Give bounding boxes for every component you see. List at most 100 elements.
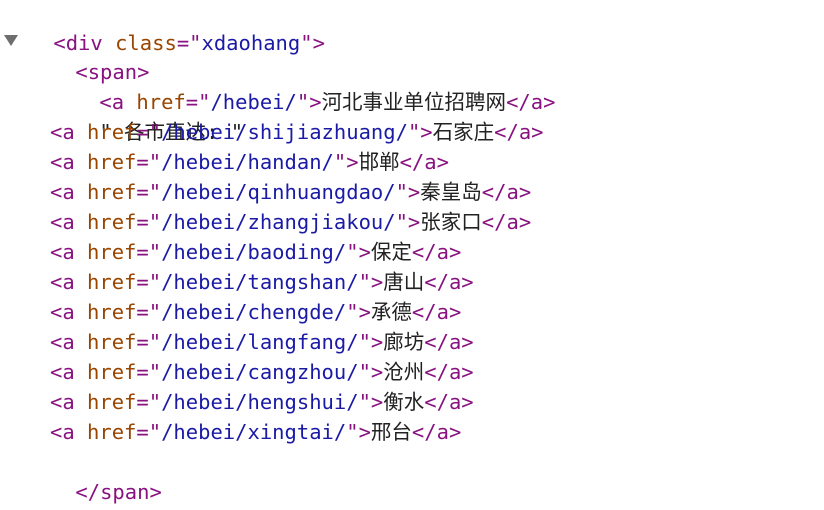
tag-close-bracket: "> — [395, 210, 421, 234]
a-tag-name: a — [62, 270, 75, 294]
link-text: 保定 — [370, 240, 412, 264]
closing-tag-open: </ — [424, 330, 449, 354]
attr-equals-quote: =" — [136, 240, 162, 264]
link-text: 衡水 — [383, 390, 425, 414]
closing-tag-open: </ — [424, 270, 449, 294]
attr-equals-quote: =" — [176, 31, 202, 55]
link-line[interactable]: <a href="/hebei/handan/">邯郸</a> — [50, 147, 449, 177]
link-text: 廊坊 — [383, 330, 425, 354]
tag-close-bracket: > — [149, 480, 162, 504]
tag-close-bracket: > — [461, 390, 474, 414]
href-attr-name: href — [87, 210, 137, 234]
attr-equals-quote: =" — [136, 300, 162, 324]
a-tag-name: a — [436, 300, 449, 324]
text-node-line[interactable]: " 各市直达: " — [50, 87, 243, 144]
href-attr-value[interactable]: /hebei/chengde/ — [161, 300, 346, 324]
tag-close-bracket: > — [531, 120, 544, 144]
href-attr-name: href — [87, 390, 137, 414]
closing-tag-open: </ — [494, 120, 519, 144]
href-attr-name: href — [87, 330, 137, 354]
tag-close-bracket: "> — [346, 240, 371, 264]
div-class-attr-value[interactable]: xdaohang — [202, 31, 301, 55]
link-line[interactable]: <a href="/hebei/cangzhou/">沧州</a> — [50, 357, 474, 387]
a-tag-name: a — [62, 390, 75, 414]
link-line[interactable]: <a href="/hebei/qinhuangdao/">秦皇岛</a> — [50, 177, 531, 207]
tag-open-bracket: < — [50, 150, 63, 174]
tag-open-bracket: < — [50, 330, 63, 354]
href-attr-value[interactable]: /hebei/handan/ — [161, 150, 334, 174]
a-tag-name: a — [448, 330, 462, 354]
tag-close-bracket: > — [461, 270, 474, 294]
closing-tag-open: </ — [411, 300, 437, 324]
link-line[interactable]: <a href="/hebei/langfang/">廊坊</a> — [50, 327, 474, 357]
tag-close-bracket: > — [461, 360, 474, 384]
tag-open-bracket: < — [50, 390, 63, 414]
attr-equals-quote: =" — [136, 360, 162, 384]
tag-open-bracket: < — [50, 420, 63, 444]
tag-open-bracket: < — [50, 210, 63, 234]
link-line[interactable]: <a href="/hebei/tangshan/">唐山</a> — [50, 267, 474, 297]
a-tag-name: a — [62, 330, 75, 354]
href-attr-value[interactable]: /hebei/langfang/ — [161, 330, 358, 354]
a-tag-name: a — [436, 420, 449, 444]
tag-close-bracket: > — [461, 330, 474, 354]
link-line[interactable]: <a href="/hebei/zhangjiakou/">张家口</a> — [50, 207, 531, 237]
a-tag-name: a — [530, 90, 544, 114]
tag-close-bracket: "> — [300, 31, 325, 55]
a-tag-name: a — [518, 120, 532, 144]
closing-tag-open: </ — [424, 360, 449, 384]
tag-close-bracket: > — [518, 210, 532, 234]
attr-equals-quote: =" — [136, 150, 162, 174]
tag-close-bracket: > — [518, 180, 532, 204]
closing-tag-open: </ — [399, 150, 425, 174]
disclosure-triangle-expanded-icon[interactable] — [4, 35, 18, 46]
href-attr-value[interactable]: /hebei/hengshui/ — [161, 390, 358, 414]
link-text: 邢台 — [370, 420, 412, 444]
href-attr-name: href — [87, 120, 137, 144]
tag-close-bracket: > — [436, 150, 449, 174]
attr-equals-quote: =" — [136, 120, 162, 144]
a-tag-name: a — [506, 180, 519, 204]
href-attr-name: href — [87, 420, 137, 444]
href-attr-value[interactable]: /hebei/xingtai/ — [161, 420, 346, 444]
href-attr-value[interactable]: /hebei/tangshan/ — [161, 270, 358, 294]
div-close-tag-line[interactable]: </div> — [4, 477, 127, 507]
closing-tag-open: </ — [481, 180, 507, 204]
closing-tag-open: </ — [506, 90, 531, 114]
link-text: 沧州 — [383, 360, 425, 384]
div-open-tag-line[interactable]: <div class="xdaohang"> — [4, 0, 325, 55]
tag-close-bracket: "> — [395, 180, 421, 204]
link-line[interactable]: <a href="/hebei/shijiazhuang/">石家庄</a> — [50, 117, 544, 147]
href-attr-value[interactable]: /hebei/qinhuangdao/ — [161, 180, 396, 204]
href-attr-name: href — [87, 180, 137, 204]
tag-close-bracket: "> — [358, 390, 384, 414]
link-line[interactable]: <a href="/hebei/hengshui/">衡水</a> — [50, 387, 474, 417]
tag-open-bracket: < — [50, 120, 63, 144]
href-attr-value[interactable]: /hebei/cangzhou/ — [161, 360, 358, 384]
link-line[interactable]: <a href="/hebei/chengde/">承德</a> — [50, 297, 461, 327]
tag-close-bracket: "> — [358, 270, 384, 294]
tag-open-bracket: < — [50, 240, 63, 264]
closing-tag-open: </ — [411, 420, 437, 444]
href-attr-value[interactable]: /hebei/zhangjiakou/ — [161, 210, 396, 234]
href-attr-value[interactable]: /hebei/baoding/ — [161, 240, 346, 264]
attr-equals-quote: =" — [136, 210, 162, 234]
href-attr-value[interactable]: /hebei/shijiazhuang/ — [161, 120, 408, 144]
href-attr-name: href — [87, 240, 137, 264]
attr-equals-quote: =" — [136, 270, 162, 294]
dom-inspector-tree: <div class="xdaohang"> <span> <a href="/… — [0, 0, 824, 510]
tag-close-bracket: "> — [333, 150, 359, 174]
tag-close-bracket: "> — [346, 420, 371, 444]
href-attr-name: href — [87, 300, 137, 324]
a-tag-name: a — [62, 210, 75, 234]
a-tag-name: a — [424, 150, 437, 174]
span-open-tag-line[interactable]: <span> — [26, 27, 149, 84]
link-line[interactable]: <a href="/hebei/xingtai/">邢台</a> — [50, 417, 461, 447]
href-attr-name: href — [87, 150, 137, 174]
a-tag-name: a — [62, 300, 75, 324]
tag-close-bracket: "> — [358, 330, 384, 354]
link-line[interactable]: <a href="/hebei/baoding/">保定</a> — [50, 237, 461, 267]
span-close-tag-line[interactable]: </span> — [26, 447, 161, 504]
closing-tag-open: </ — [411, 240, 437, 264]
first-link-line[interactable]: <a href="/hebei/">河北事业单位招聘网</a> — [50, 57, 555, 114]
